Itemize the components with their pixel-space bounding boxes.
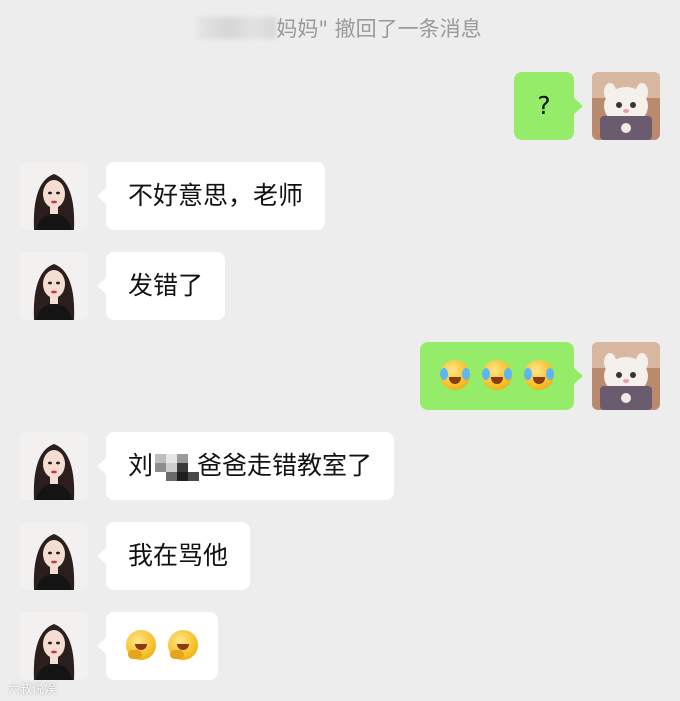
woman-avatar[interactable] bbox=[20, 162, 88, 230]
message-bubble-other[interactable] bbox=[97, 612, 218, 680]
watermark: 六叔说娱 bbox=[8, 682, 57, 696]
woman-avatar[interactable] bbox=[20, 522, 88, 590]
message-bubble-self[interactable]: ? bbox=[514, 72, 583, 140]
woman-avatar[interactable] bbox=[20, 612, 88, 680]
message-text-suffix: 爸爸走错教室了 bbox=[197, 451, 373, 480]
message-bubble-other[interactable]: 刘 爸爸走错教室了 bbox=[96, 432, 395, 500]
woman-avatar[interactable] bbox=[20, 252, 88, 320]
face-with-tears-of-joy-icon bbox=[440, 360, 471, 390]
message-text: ? bbox=[537, 91, 551, 120]
message-bubble-other[interactable]: 不好意思，老师 bbox=[96, 162, 326, 230]
message-text: 我在骂他 bbox=[128, 541, 229, 570]
blurred-contact-name bbox=[198, 17, 277, 39]
mosaic-redaction bbox=[153, 451, 200, 481]
message-text-prefix: 刘 bbox=[128, 451, 154, 480]
recall-notice-text: 妈妈" 撤回了一条消息 bbox=[276, 17, 482, 41]
recall-notice: 妈妈" 撤回了一条消息 bbox=[0, 14, 680, 44]
hand-over-mouth-smile-icon bbox=[167, 630, 198, 660]
message-text: 不好意思，老师 bbox=[128, 181, 304, 210]
woman-avatar[interactable] bbox=[20, 432, 88, 500]
message-bubble-other[interactable]: 我在骂他 bbox=[96, 522, 251, 590]
face-with-tears-of-joy-icon bbox=[482, 360, 512, 390]
hand-over-mouth-smile-icon bbox=[126, 630, 156, 660]
message-bubble-self[interactable] bbox=[420, 342, 583, 410]
message-text: 发错了 bbox=[128, 271, 204, 300]
message-bubble-other[interactable]: 发错了 bbox=[96, 252, 226, 320]
cat-avatar[interactable] bbox=[592, 72, 660, 140]
cat-avatar[interactable] bbox=[592, 342, 660, 410]
face-with-tears-of-joy-icon bbox=[523, 360, 554, 390]
